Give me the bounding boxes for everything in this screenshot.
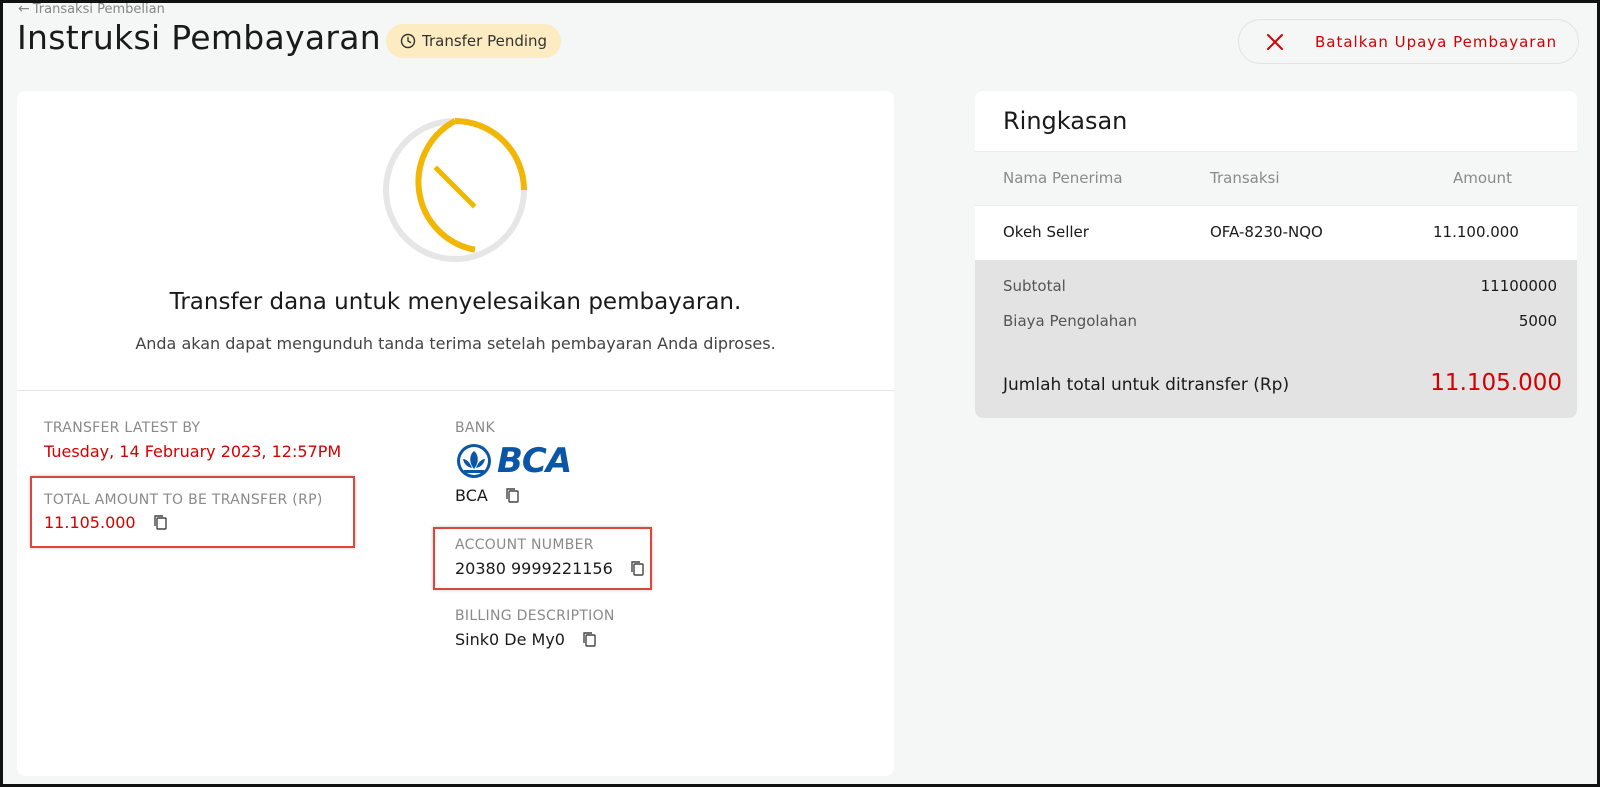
bank-label: BANK bbox=[455, 420, 496, 436]
transfer-latest-label: TRANSFER LATEST BY bbox=[44, 420, 201, 436]
payment-instructions-card: Transfer dana untuk menyelesaikan pembay… bbox=[17, 91, 894, 776]
cancel-payment-button[interactable]: Batalkan Upaya Pembayaran bbox=[1238, 19, 1579, 64]
total-amount-row: 11.105.000 bbox=[44, 513, 168, 532]
subtotal-label: Subtotal bbox=[1003, 277, 1066, 295]
bca-emblem-icon bbox=[457, 444, 491, 478]
copy-icon[interactable] bbox=[504, 487, 520, 504]
total-amount-value: 11.105.000 bbox=[44, 513, 136, 532]
bca-logo: BCA bbox=[455, 441, 572, 481]
cancel-payment-label: Batalkan Upaya Pembayaran bbox=[1315, 32, 1558, 51]
billing-description-row: Sink0 De My0 bbox=[455, 630, 597, 649]
copy-icon[interactable] bbox=[581, 631, 597, 648]
page-title: Instruksi Pembayaran bbox=[17, 18, 382, 57]
column-header-recipient: Nama Penerima bbox=[1003, 169, 1123, 187]
sub-heading: Anda akan dapat mengunduh tanda terima s… bbox=[135, 334, 776, 353]
table-row: Okeh Seller OFA-8230-NQO 11.100.000 bbox=[975, 206, 1577, 260]
timer-icon bbox=[383, 118, 527, 262]
grand-total-label: Jumlah total untuk ditransfer (Rp) bbox=[1003, 375, 1290, 395]
status-badge: Transfer Pending bbox=[386, 24, 562, 58]
highlight-total-amount bbox=[30, 476, 355, 548]
row-amount: 11.100.000 bbox=[1433, 223, 1519, 241]
billing-description-label: BILLING DESCRIPTION bbox=[455, 608, 615, 624]
copy-icon[interactable] bbox=[152, 514, 168, 531]
bank-value: BCA bbox=[455, 486, 488, 505]
summary-card: Ringkasan Nama Penerima Transaksi Amount… bbox=[975, 91, 1577, 418]
billing-description-value: Sink0 De My0 bbox=[455, 630, 565, 649]
summary-totals: Subtotal 11100000 Biaya Pengolahan 5000 … bbox=[975, 260, 1577, 418]
summary-title: Ringkasan bbox=[1003, 107, 1128, 135]
row-transaction: OFA-8230-NQO bbox=[1210, 223, 1323, 241]
bca-logo-text: BCA bbox=[497, 441, 572, 481]
total-amount-label: TOTAL AMOUNT TO BE TRANSFER (RP) bbox=[44, 492, 323, 508]
main-heading: Transfer dana untuk menyelesaikan pembay… bbox=[169, 289, 742, 315]
clock-icon bbox=[400, 33, 416, 49]
grand-total-value: 11.105.000 bbox=[1430, 370, 1562, 396]
processing-fee-label: Biaya Pengolahan bbox=[1003, 312, 1137, 330]
close-icon bbox=[1267, 33, 1283, 50]
status-badge-label: Transfer Pending bbox=[422, 32, 548, 50]
copy-icon[interactable] bbox=[629, 560, 645, 577]
summary-table-header: Nama Penerima Transaksi Amount bbox=[975, 151, 1577, 206]
divider bbox=[17, 390, 894, 391]
account-number-row: 20380 9999221156 bbox=[455, 559, 645, 578]
arrow-left-icon: ← bbox=[18, 1, 30, 17]
column-header-transaction: Transaksi bbox=[1210, 169, 1280, 187]
back-link-label: Transaksi Pembelian bbox=[32, 1, 165, 17]
transfer-latest-value: Tuesday, 14 February 2023, 12:57PM bbox=[44, 442, 342, 461]
subtotal-value: 11100000 bbox=[1480, 277, 1557, 295]
back-link[interactable]: ← Transaksi Pembelian bbox=[18, 1, 165, 17]
row-recipient: Okeh Seller bbox=[1003, 223, 1089, 241]
account-number-value: 20380 9999221156 bbox=[455, 559, 613, 578]
processing-fee-value: 5000 bbox=[1518, 312, 1557, 330]
account-number-label: ACCOUNT NUMBER bbox=[455, 537, 594, 553]
bank-row: BCA bbox=[455, 486, 520, 505]
column-header-amount: Amount bbox=[1453, 169, 1512, 187]
